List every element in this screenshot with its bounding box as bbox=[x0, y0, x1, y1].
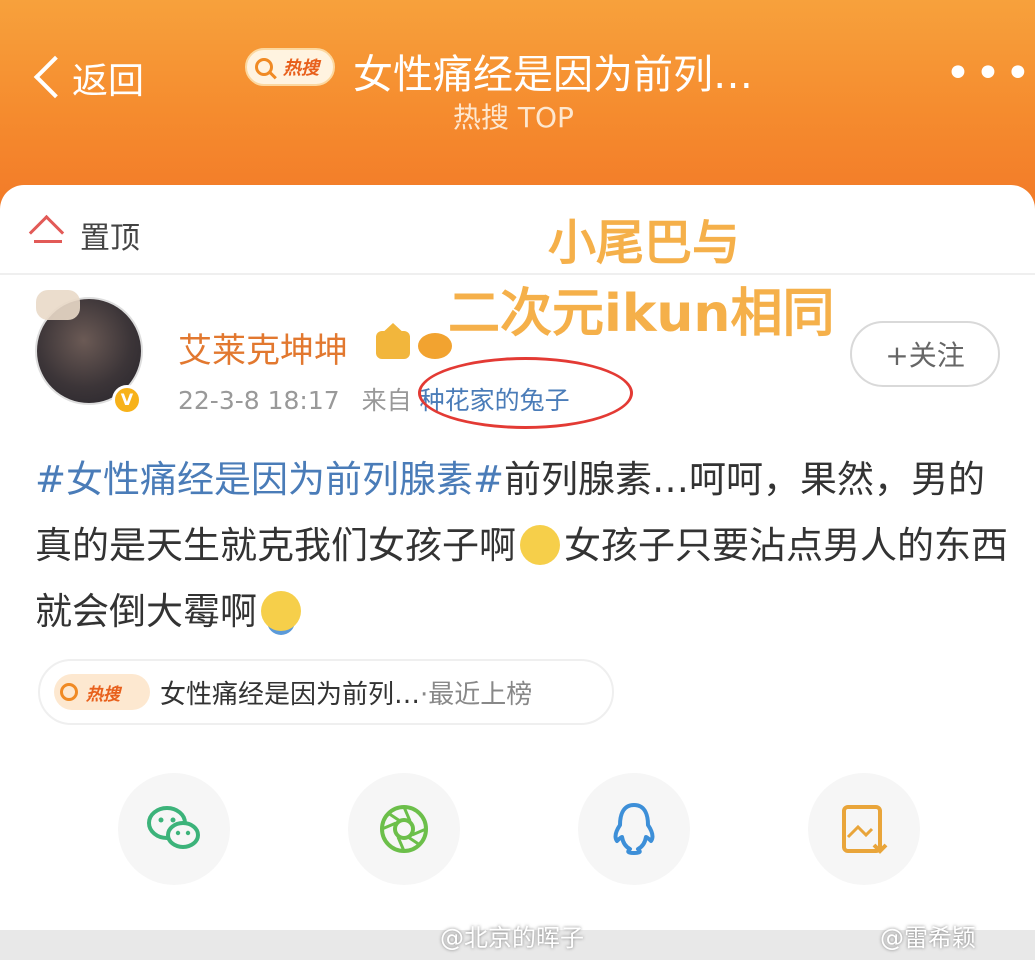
search-icon bbox=[255, 58, 273, 76]
watermark-left: @北京的晖子 bbox=[440, 924, 584, 952]
chevron-left-icon bbox=[30, 54, 70, 102]
post-date: 22-3-8 18:17 bbox=[178, 386, 340, 415]
verified-badge: V bbox=[112, 385, 142, 415]
post-content: #女性痛经是因为前列腺素#前列腺素…呵呵，果然，男的真的是天生就克我们女孩子啊女… bbox=[35, 447, 1010, 645]
post-card: 置顶 小尾巴与 二次元ikun相同 V 艾莱克坤坤 22-3-8 18:17 来… bbox=[0, 185, 1035, 930]
avatar-ornament bbox=[36, 290, 80, 320]
share-wechat-button[interactable] bbox=[118, 773, 230, 885]
hot-topic-pill[interactable]: 热搜 女性痛经是因为前列… ·最近上榜 bbox=[38, 659, 614, 725]
back-button[interactable]: 返回 bbox=[30, 52, 144, 104]
shrug-emoji-icon bbox=[261, 590, 301, 631]
search-icon bbox=[60, 683, 78, 701]
red-circle-annotation bbox=[418, 357, 633, 429]
qq-icon bbox=[613, 803, 655, 855]
hot-search-badge: 热搜 bbox=[54, 674, 150, 710]
fan-badge-icon bbox=[418, 333, 452, 359]
moments-icon bbox=[380, 805, 428, 853]
hot-search-badge-label: 热搜 bbox=[86, 684, 120, 705]
overlay-caption-line1: 小尾巴与 bbox=[548, 215, 741, 271]
pinned-row: 置顶 bbox=[30, 213, 140, 257]
page-subtitle: 热搜 TOP bbox=[453, 101, 574, 134]
wechat-icon bbox=[147, 806, 200, 849]
source-prefix: 来自 bbox=[361, 386, 412, 415]
page-title: 女性痛经是因为前列… bbox=[353, 52, 753, 98]
share-moments-button[interactable] bbox=[348, 773, 460, 885]
pin-top-icon bbox=[30, 216, 68, 254]
save-image-icon bbox=[842, 805, 888, 854]
hot-search-badge-label: 热搜 bbox=[283, 58, 319, 79]
smile-emoji-icon bbox=[520, 524, 560, 565]
hashtag-link[interactable]: #女性痛经是因为前列腺素# bbox=[35, 458, 504, 501]
watermark-right: @雷希颖 bbox=[880, 924, 976, 952]
header-bar: 返回 热搜 女性痛经是因为前列… 热搜 TOP ••• bbox=[0, 0, 1035, 210]
share-qq-button[interactable] bbox=[578, 773, 690, 885]
back-label: 返回 bbox=[72, 61, 145, 102]
more-options-button[interactable]: ••• bbox=[945, 52, 1035, 96]
hot-search-badge: 热搜 bbox=[245, 48, 335, 86]
topic-suffix: ·最近上榜 bbox=[420, 679, 533, 710]
save-image-button[interactable] bbox=[808, 773, 920, 885]
crown-icon bbox=[376, 323, 410, 359]
overlay-caption-line2: 二次元ikun相同 bbox=[448, 284, 835, 344]
username[interactable]: 艾莱克坤坤 bbox=[178, 323, 348, 372]
pinned-label: 置顶 bbox=[80, 221, 140, 256]
follow-button[interactable]: +关注 bbox=[850, 321, 1000, 387]
topic-title: 女性痛经是因为前列… bbox=[160, 679, 421, 710]
